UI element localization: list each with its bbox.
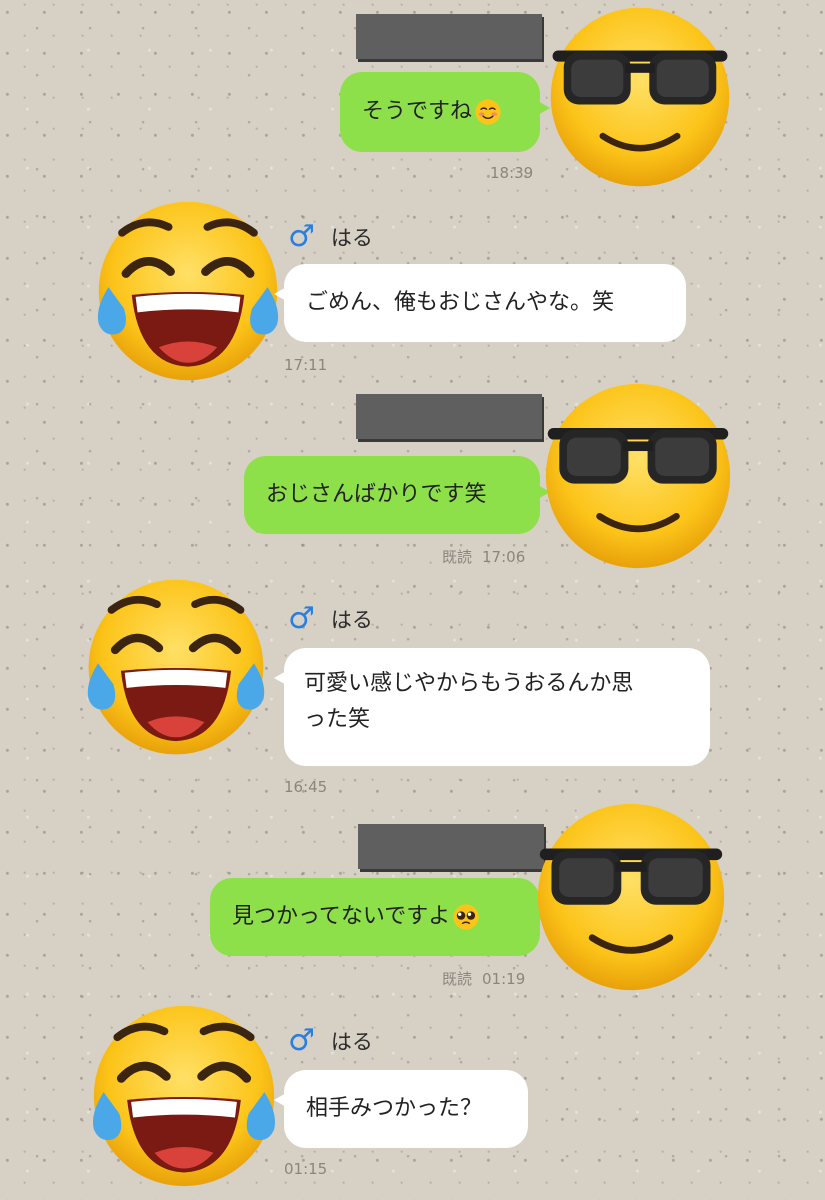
message-time: 01:15 <box>284 1160 328 1178</box>
sender-name: ♂ はる <box>288 219 373 254</box>
redacted-name-bar <box>356 394 542 439</box>
message-bubble-outgoing[interactable]: 見つかってないですよ <box>210 878 550 956</box>
message-text-line: った笑 <box>304 707 371 732</box>
message-bubble-incoming[interactable]: 相手みつかった？ <box>274 1070 528 1148</box>
message-text: 相手みつかった？ <box>306 1096 483 1121</box>
sender-avatar-laughing-icon[interactable] <box>88 194 288 388</box>
male-sign-icon: ♂ <box>288 219 315 254</box>
message-time: 16:45 <box>284 778 328 796</box>
message-time: 18:39 <box>490 164 534 182</box>
read-receipt-and-time: 既読 01:19 <box>442 970 526 988</box>
male-sign-icon: ♂ <box>288 1023 315 1058</box>
message-bubble-incoming[interactable]: 可愛い感じやからもうおるんか思 った笑 <box>274 648 710 766</box>
message-bubble-outgoing[interactable]: そうですね <box>340 72 550 152</box>
redacted-name-bar <box>356 14 542 59</box>
sender-name: ♂ はる <box>288 601 373 636</box>
message-bubble-outgoing[interactable]: おじさんばかりです笑 <box>244 456 550 534</box>
read-receipt-and-time: 既読 17:06 <box>442 548 526 566</box>
self-avatar-sunglasses-icon[interactable] <box>532 800 730 994</box>
sender-name: ♂ はる <box>288 1023 373 1058</box>
message-bubble-incoming[interactable]: ごめん、俺もおじさんやな。笑 <box>274 264 686 342</box>
male-sign-icon: ♂ <box>288 601 315 636</box>
smiling-face-emoji-icon <box>474 98 502 126</box>
pleading-face-emoji-icon <box>452 903 480 931</box>
redacted-name-bar <box>358 824 544 869</box>
message-text-line: 可愛い感じやからもうおるんか思 <box>304 671 634 696</box>
message-time: 17:11 <box>284 356 328 374</box>
message-text: おじさんばかりです笑 <box>266 482 487 507</box>
message-text: ごめん、俺もおじさんやな。笑 <box>306 290 615 315</box>
self-avatar-sunglasses-icon[interactable] <box>540 380 736 572</box>
sender-avatar-laughing-icon[interactable] <box>84 998 284 1194</box>
sender-avatar-laughing-icon[interactable] <box>78 572 274 762</box>
self-avatar-sunglasses-icon[interactable] <box>545 4 735 190</box>
message-text: そうですね <box>362 99 473 124</box>
message-text: 見つかってないですよ <box>232 904 451 929</box>
